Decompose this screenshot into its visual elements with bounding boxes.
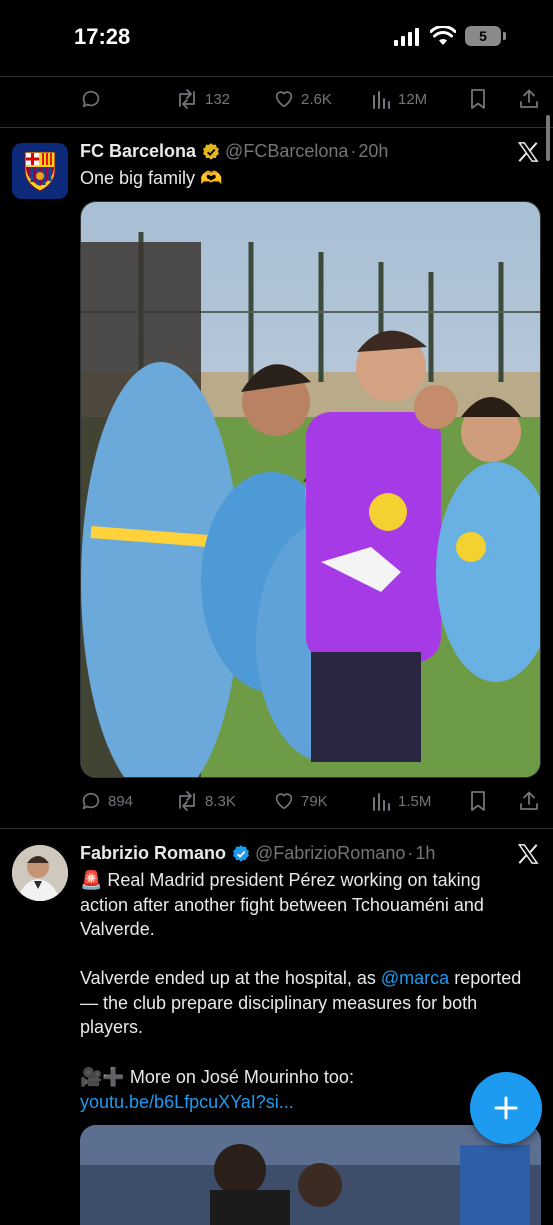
battery-icon: 5 xyxy=(465,26,501,46)
status-bar: 17:28 5 xyxy=(0,0,553,76)
tweet-text-paragraph-1: 🚨 Real Madrid president Pérez working on… xyxy=(80,870,484,939)
stadium-photo-image xyxy=(80,1125,541,1225)
share-button[interactable] xyxy=(519,786,545,816)
reply-icon xyxy=(82,792,100,810)
author-name[interactable]: FC Barcelona xyxy=(80,141,196,162)
tweet-time: 1h xyxy=(415,843,436,863)
views-count: 12M xyxy=(398,90,428,108)
bookmark-icon xyxy=(471,89,485,109)
reply-count: 894 xyxy=(108,792,134,810)
share-icon xyxy=(520,89,538,108)
retweet-button[interactable]: 8.3K xyxy=(175,786,236,816)
tweet-header: Fabrizio Romano @FabrizioRomano · 1h xyxy=(80,843,435,864)
separator: · xyxy=(407,843,414,863)
plus-icon xyxy=(494,1096,518,1120)
views-chart-icon xyxy=(373,793,390,811)
heart-icon xyxy=(275,91,293,108)
views-button[interactable]: 12M xyxy=(372,84,427,114)
tweet-photo[interactable] xyxy=(80,1125,541,1225)
separator: · xyxy=(350,141,357,161)
views-button[interactable]: 1.5M xyxy=(372,786,431,816)
tweet1-actions: 894 8.3K 79K 1.5M xyxy=(80,786,540,816)
author-handle[interactable]: @FCBarcelona xyxy=(225,141,348,162)
views-chart-icon xyxy=(373,91,390,109)
like-count: 79K xyxy=(301,792,328,810)
reply-button[interactable] xyxy=(80,84,108,114)
retweet-count: 132 xyxy=(205,90,231,108)
battery-tip xyxy=(503,32,506,40)
youtube-link[interactable]: youtu.be/b6LfpcuXYaI?si... xyxy=(80,1092,294,1112)
text: 🎥➕ More on José Mourinho too: xyxy=(80,1067,354,1087)
tweet-text: One big family 🫶 xyxy=(80,168,223,188)
retweet-button[interactable]: 132 xyxy=(175,84,230,114)
profile-photo-image xyxy=(12,845,68,901)
status-time: 17:28 xyxy=(74,24,131,49)
avatar[interactable] xyxy=(12,845,68,901)
like-count: 2.6K xyxy=(301,90,332,108)
compose-post-button[interactable] xyxy=(470,1072,542,1144)
avatar[interactable] xyxy=(12,143,68,199)
author-handle[interactable]: @FabrizioRomano xyxy=(255,843,405,864)
retweet-icon xyxy=(179,791,195,811)
like-button[interactable]: 2.6K xyxy=(273,84,332,114)
retweet-icon xyxy=(179,89,195,109)
like-button[interactable]: 79K xyxy=(273,786,328,816)
bookmark-button[interactable] xyxy=(469,786,493,816)
reply-icon xyxy=(82,90,100,108)
views-count: 1.5M xyxy=(398,792,432,810)
team-photo-image xyxy=(81,202,540,777)
tweet-time: 20h xyxy=(358,141,389,161)
prev-tweet-actions: 132 2.6K 12M xyxy=(80,84,540,114)
tweet-text-paragraph-2: Valverde ended up at the hospital, as @m… xyxy=(80,966,530,1040)
text: Valverde ended up at the hospital, as xyxy=(80,968,381,988)
retweet-count: 8.3K xyxy=(205,792,236,810)
divider xyxy=(0,828,553,829)
heart-icon xyxy=(275,793,293,810)
fc-barcelona-crest-icon xyxy=(12,143,68,199)
cellular-signal-icon xyxy=(394,28,419,46)
divider xyxy=(0,76,553,77)
share-icon xyxy=(520,791,538,810)
tweet-header: FC Barcelona @FCBarcelona · 20h xyxy=(80,141,388,162)
bookmark-icon xyxy=(471,791,485,811)
x-logo-icon[interactable] xyxy=(517,141,539,163)
share-button[interactable] xyxy=(519,84,545,114)
tweet-photo[interactable] xyxy=(80,201,541,778)
author-name[interactable]: Fabrizio Romano xyxy=(80,843,226,864)
tweet-text-paragraph-3: 🎥➕ More on José Mourinho too: youtu.be/b… xyxy=(80,1065,480,1114)
bookmark-button[interactable] xyxy=(469,84,493,114)
verified-blue-badge-icon xyxy=(233,844,250,862)
divider xyxy=(0,127,553,128)
mention-link[interactable]: @marca xyxy=(381,968,449,988)
x-logo-icon[interactable] xyxy=(517,843,539,865)
verified-gold-badge-icon xyxy=(203,142,220,160)
scrollbar[interactable] xyxy=(546,115,550,161)
wifi-icon xyxy=(430,26,456,45)
reply-button[interactable]: 894 xyxy=(80,786,133,816)
